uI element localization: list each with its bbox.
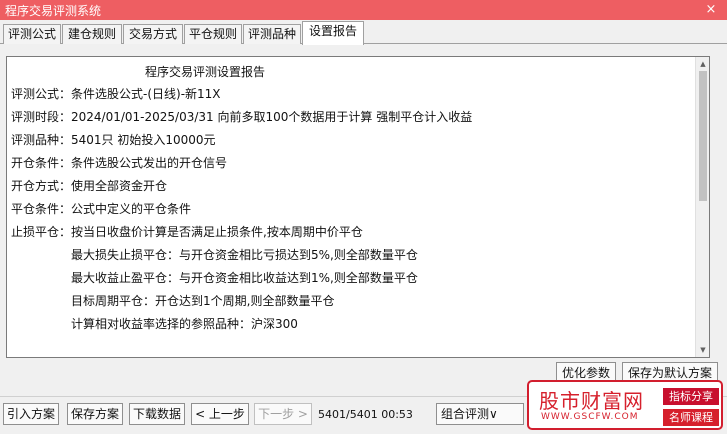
report-title: 程序交易评测设置报告: [145, 65, 266, 79]
report-panel: 程序交易评测设置报告 评测公式：条件选股公式-(日线)-新11X 评测时段：20…: [0, 44, 727, 390]
tab-varieties[interactable]: 评测品种: [243, 24, 301, 44]
tab-formula[interactable]: 评测公式: [3, 24, 61, 44]
report-textbox[interactable]: 程序交易评测设置报告 评测公式：条件选股公式-(日线)-新11X 评测时段：20…: [6, 56, 710, 358]
window-title: 程序交易评测系统: [5, 3, 102, 18]
report-line-target-period: 目标周期平仓：开仓达到1个周期,则全部数量平仓: [71, 294, 335, 308]
watermark-url: WWW.GSCFW.COM: [541, 412, 639, 422]
close-icon[interactable]: ×: [703, 2, 719, 18]
tab-trade-mode[interactable]: 交易方式: [123, 24, 183, 44]
report-line-formula: 评测公式：条件选股公式-(日线)-新11X: [11, 87, 221, 101]
watermark-tag-course: 名师课程: [663, 409, 719, 426]
import-plan-button[interactable]: 引入方案: [3, 403, 59, 425]
report-line-stop-loss: 止损平仓：按当日收盘价计算是否满足止损条件,按本周期中价平仓: [11, 225, 363, 239]
report-line-max-loss: 最大损失止损平仓：与开仓资金相比亏损达到5%,则全部数量平仓: [71, 248, 418, 262]
report-line-close-condition: 平仓条件：公式中定义的平仓条件: [11, 202, 192, 216]
report-line-max-profit: 最大收益止盈平仓：与开仓资金相比收益达到1%,则全部数量平仓: [71, 271, 418, 285]
window-titlebar: 程序交易评测系统 ×: [0, 0, 727, 20]
tab-bar: 评测公式 建仓规则 交易方式 平仓规则 评测品种 设置报告: [0, 20, 727, 45]
tab-settings-report[interactable]: 设置报告: [302, 21, 364, 45]
report-line-period: 评测时段：2024/01/01-2025/03/31 向前多取100个数据用于计…: [11, 110, 473, 124]
combo-test-button[interactable]: 组合评测∨: [436, 403, 524, 425]
report-line-open-condition: 开仓条件：条件选股公式发出的开仓信号: [11, 156, 228, 170]
progress-status: 5401/5401 00:53: [318, 408, 413, 421]
report-line-varieties: 评测品种：5401只 初始投入10000元: [11, 133, 216, 147]
next-step-button[interactable]: 下一步 >: [254, 403, 312, 425]
save-plan-button[interactable]: 保存方案: [67, 403, 123, 425]
scroll-up-icon[interactable]: ▲: [698, 59, 708, 69]
report-line-benchmark: 计算相对收益率选择的参照品种：沪深300: [71, 317, 298, 331]
prev-step-button[interactable]: < 上一步: [191, 403, 249, 425]
scroll-thumb[interactable]: [699, 71, 707, 201]
watermark-logo: 股市财富网 WWW.GSCFW.COM 指标分享 名师课程: [527, 380, 723, 430]
report-line-open-mode: 开仓方式：使用全部资金开仓: [11, 179, 168, 193]
watermark-tag-share: 指标分享: [663, 388, 719, 405]
scroll-down-icon[interactable]: ▼: [698, 345, 708, 355]
tab-close-rule[interactable]: 平仓规则: [184, 24, 242, 44]
watermark-main-text: 股市财富网: [539, 389, 644, 413]
tab-open-rule[interactable]: 建仓规则: [62, 24, 122, 44]
download-data-button[interactable]: 下载数据: [129, 403, 185, 425]
report-scrollbar[interactable]: ▲ ▼: [695, 57, 709, 357]
